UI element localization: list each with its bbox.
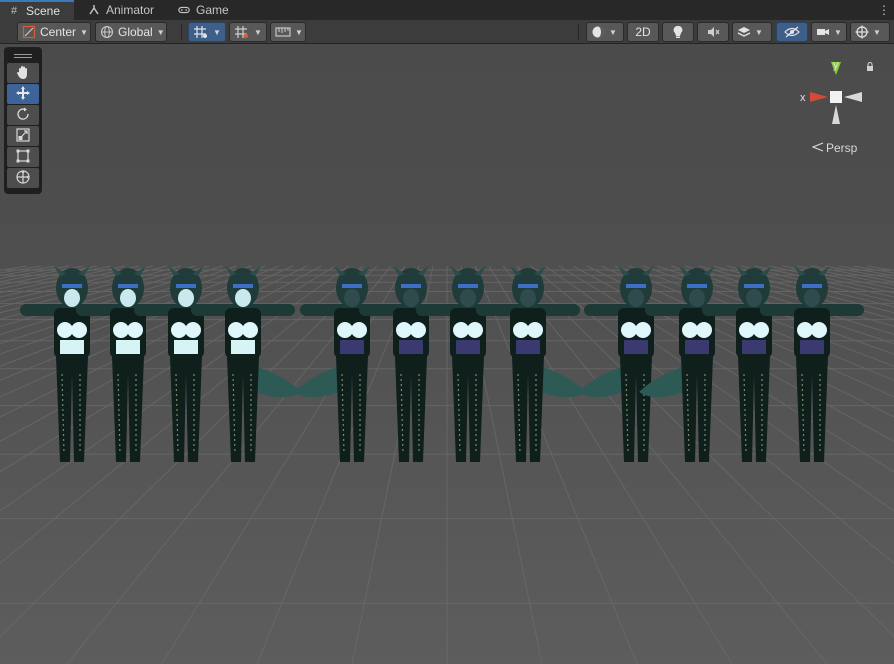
move-arrows-icon — [15, 85, 31, 104]
grid-snap-icon — [193, 25, 209, 39]
scale-icon — [15, 127, 31, 146]
eye-hidden-icon — [784, 26, 800, 38]
transform-all-icon — [15, 169, 31, 188]
pivot-center-icon — [22, 25, 36, 39]
tab-scene[interactable]: # Scene — [0, 0, 74, 20]
gizmo-globe-icon — [855, 25, 869, 39]
scene-render — [0, 44, 894, 664]
align-tools-dropdown[interactable]: ▼ — [270, 22, 306, 42]
lightbulb-icon — [671, 25, 685, 39]
toggle-2d-label: 2D — [635, 25, 651, 39]
chevron-down-icon: ▼ — [295, 27, 303, 37]
projection-label: Persp — [826, 141, 858, 155]
gizmo-center-cube[interactable] — [830, 91, 842, 103]
rect-transform-icon — [15, 148, 31, 167]
chevron-down-icon: ▼ — [254, 27, 262, 37]
gizmo-y-label: y — [833, 59, 839, 71]
tools-overlay — [4, 47, 42, 194]
orientation-gizmo[interactable]: y x — [798, 58, 874, 128]
tab-animator-label: Animator — [106, 3, 155, 17]
tab-bar: # Scene Animator Game ⋮ — [0, 0, 894, 20]
layers-icon — [737, 25, 751, 39]
gamepad-icon — [178, 4, 190, 16]
rotate-tool-button[interactable] — [7, 105, 39, 125]
move-tool-button[interactable] — [7, 84, 39, 104]
shaded-sphere-icon — [591, 25, 605, 39]
toolbar-divider — [578, 24, 579, 40]
scene-visibility-toggle[interactable] — [776, 22, 808, 42]
globe-icon — [100, 25, 114, 39]
gizmo-x-axis-cone[interactable] — [810, 92, 828, 102]
overlay-grip-handle[interactable] — [7, 50, 39, 62]
gizmo-neg-x-axis-cone[interactable] — [844, 92, 862, 102]
pivot-mode-dropdown[interactable]: Center ▼ — [17, 22, 91, 42]
scene-viewport[interactable] — [0, 44, 894, 664]
tab-game-label: Game — [196, 3, 229, 17]
chevron-down-icon: ▼ — [80, 27, 88, 37]
unity-scene-window: # Scene Animator Game ⋮ Center ▼ Global … — [0, 0, 894, 664]
scene-grid-icon: # — [10, 5, 18, 17]
tab-scene-label: Scene — [26, 4, 61, 18]
pivot-rotation-dropdown[interactable]: Global ▼ — [95, 22, 167, 42]
toggle-2d-button[interactable]: 2D — [627, 22, 659, 42]
view-tool-button[interactable] — [7, 63, 39, 83]
rotate-icon — [15, 106, 31, 125]
camera-icon — [816, 26, 830, 38]
increment-snap-icon — [234, 25, 250, 39]
lock-icon[interactable] — [866, 61, 874, 71]
scale-tool-button[interactable] — [7, 126, 39, 146]
animator-icon — [88, 4, 100, 16]
gizmo-z-axis-cone[interactable] — [832, 105, 840, 124]
ruler-icon — [275, 26, 291, 38]
lighting-toggle[interactable] — [662, 22, 694, 42]
scene-toolbar: Center ▼ Global ▼ ▼ ▼ ▼ ▼ 2D ▼ ▼ ▼ — [0, 20, 894, 44]
projection-toggle[interactable]: Persp — [811, 140, 872, 156]
draw-mode-dropdown[interactable]: ▼ — [586, 22, 624, 42]
audio-toggle[interactable] — [697, 22, 729, 42]
chevron-down-icon: ▼ — [755, 27, 763, 37]
hand-icon — [15, 64, 31, 83]
chevron-down-icon: ▼ — [609, 27, 617, 37]
chevron-down-icon: ▼ — [156, 27, 165, 37]
grid-snapping-toggle[interactable]: ▼ — [188, 22, 226, 42]
pivot-rotation-label: Global — [118, 25, 153, 39]
chevron-down-icon: ▼ — [213, 27, 221, 37]
toolbar-divider — [181, 24, 182, 40]
transform-tool-button[interactable] — [7, 168, 39, 188]
gizmos-dropdown[interactable]: ▼ — [850, 22, 890, 42]
chevron-down-icon: ▼ — [873, 27, 881, 37]
effects-dropdown[interactable]: ▼ — [732, 22, 772, 42]
tab-animator[interactable]: Animator — [80, 0, 166, 20]
rect-tool-button[interactable] — [7, 147, 39, 167]
scene-camera-dropdown[interactable]: ▼ — [811, 22, 847, 42]
perspective-chevron-icon — [811, 141, 824, 155]
gizmo-x-label: x — [800, 92, 806, 104]
more-options-icon[interactable]: ⋮ — [878, 2, 890, 18]
pivot-mode-label: Center — [40, 25, 77, 39]
increment-snapping-toggle[interactable]: ▼ — [229, 22, 267, 42]
tab-game[interactable]: Game — [170, 0, 240, 20]
speaker-muted-icon — [706, 25, 720, 39]
chevron-down-icon: ▼ — [834, 27, 842, 37]
